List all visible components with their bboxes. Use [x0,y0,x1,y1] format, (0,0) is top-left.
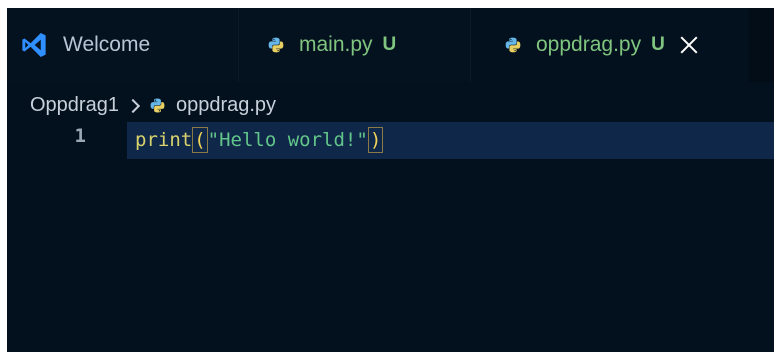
code-editor-window: Welcome main.py U oppdrag.py U Oppdrag1 [7,8,774,352]
breadcrumb-file-label: oppdrag.py [175,93,277,116]
tab-main-py[interactable]: main.py U [239,8,471,82]
tab-label: oppdrag.py [536,33,642,56]
function-token: print [135,129,193,151]
editor-tab-bar: Welcome main.py U oppdrag.py U [7,8,774,82]
python-icon [150,98,165,112]
breadcrumb-file[interactable]: oppdrag.py [149,94,276,117]
code-line[interactable]: print ( "Hello world!" ) [135,126,384,154]
string-token: "Hello world!" [207,129,368,151]
vscode-icon [22,33,46,58]
untracked-status: U [382,34,397,55]
breadcrumb: Oppdrag1 oppdrag.py [30,89,276,121]
tab-label: Welcome [63,33,151,56]
close-paren-token: ) [367,127,384,153]
tab-oppdrag-py[interactable]: oppdrag.py U [471,8,749,82]
open-paren-token: ( [192,127,208,153]
code-editor[interactable]: 1 print ( "Hello world!" ) [7,122,774,352]
tab-label: main.py [299,33,373,56]
tab-welcome[interactable]: Welcome [7,8,239,82]
python-icon [505,37,521,53]
untracked-status: U [651,34,665,55]
chevron-right-icon [127,98,141,112]
close-icon[interactable] [679,35,699,55]
python-icon [268,37,284,53]
breadcrumb-folder[interactable]: Oppdrag1 [30,94,119,117]
line-number: 1 [74,125,86,147]
